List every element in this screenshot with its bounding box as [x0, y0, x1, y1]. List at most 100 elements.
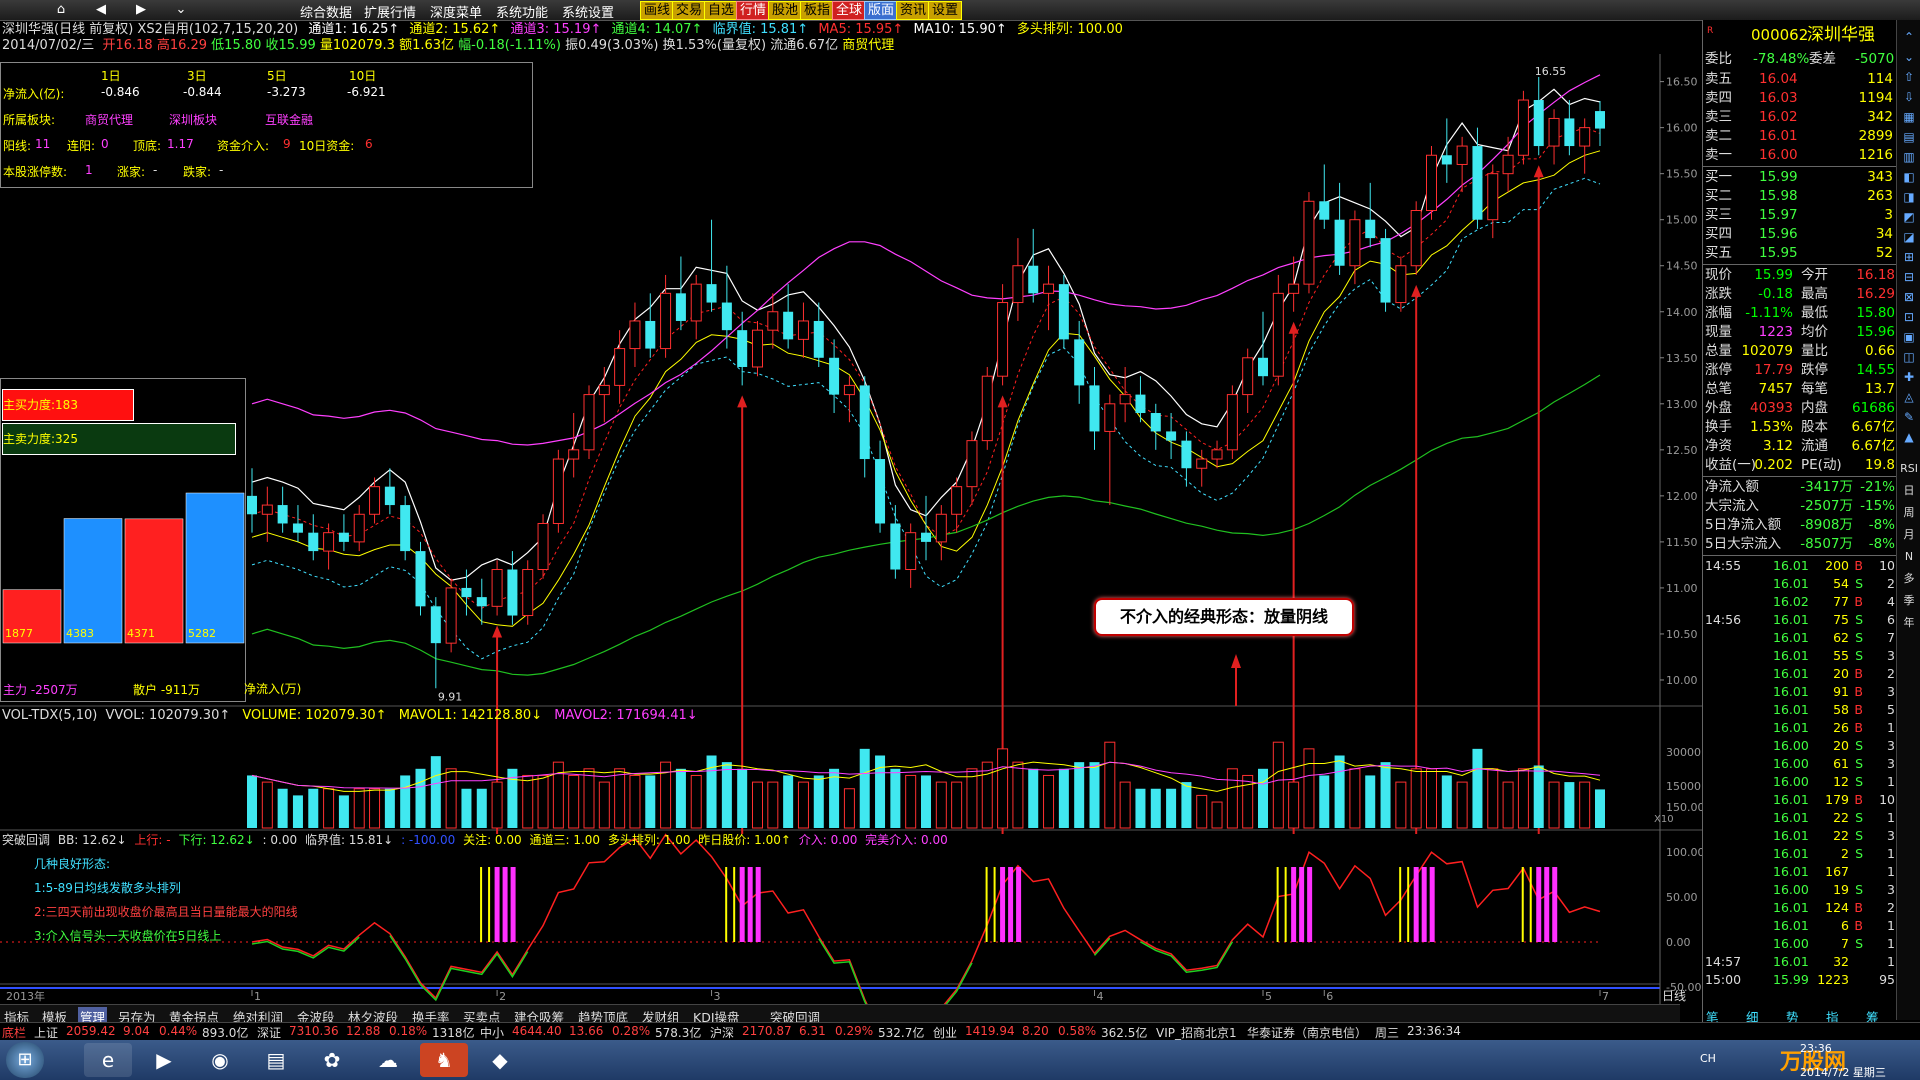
channel-1: 通道1: 16.25↑: [308, 22, 400, 37]
menu-1[interactable]: 扩展行情: [364, 2, 416, 21]
tick-volume: 22: [1833, 828, 1849, 843]
flow-label: 5日净流入额: [1705, 517, 1782, 533]
period-label[interactable]: 日线: [1662, 989, 1686, 1003]
forward-icon[interactable]: ▶: [124, 1, 158, 19]
tick-count: 2: [1887, 900, 1895, 915]
sector-3[interactable]: 互联金融: [265, 111, 313, 128]
toolbar-icon[interactable]: ▦: [1900, 108, 1918, 126]
candle: [813, 320, 824, 358]
period-button[interactable]: 周: [1900, 504, 1918, 522]
quick-button-7[interactable]: 版面: [864, 1, 899, 20]
volume-bar: [583, 768, 595, 829]
volume-bar: [1166, 788, 1177, 828]
period-button[interactable]: 多: [1900, 570, 1918, 588]
toolbar-icon[interactable]: ▤: [1900, 128, 1918, 146]
bid-volume: 3: [1884, 207, 1893, 223]
toolbar-icon[interactable]: ◩: [1900, 208, 1918, 226]
toolbar-icon[interactable]: ◨: [1900, 188, 1918, 206]
toolbar-icon[interactable]: ◫: [1900, 348, 1918, 366]
toolbar-icon[interactable]: ⇧: [1900, 68, 1918, 86]
index-item[interactable]: 底栏: [2, 1024, 26, 1041]
period-button[interactable]: 季: [1900, 592, 1918, 610]
ime-indicator[interactable]: CH: [1700, 1052, 1716, 1065]
tick-volume: 19: [1833, 882, 1849, 897]
network-icon[interactable]: ✿: [308, 1043, 356, 1077]
toolbar-icon[interactable]: ▣: [1900, 328, 1918, 346]
folder-icon[interactable]: ▤: [252, 1043, 300, 1077]
toolbar-icon[interactable]: ▥: [1900, 148, 1918, 166]
stat-label: 外盘: [1705, 400, 1732, 416]
quick-button-1[interactable]: 交易: [672, 1, 707, 20]
ask-row[interactable]: 卖四 16.03 1194: [1703, 89, 1897, 107]
globe-icon[interactable]: ◉: [196, 1043, 244, 1077]
bid-row[interactable]: 买三 15.97 3: [1703, 206, 1897, 224]
period-button[interactable]: 年: [1900, 614, 1918, 632]
cloud-icon[interactable]: ☁: [364, 1043, 412, 1077]
volume-bar: [1564, 782, 1575, 828]
quick-button-9[interactable]: 设置: [928, 1, 963, 20]
period-button[interactable]: RSI: [1900, 460, 1918, 478]
toolbar-icon[interactable]: ⊟: [1900, 268, 1918, 286]
tick-side: S: [1855, 810, 1863, 825]
toolbar-icon[interactable]: ⊡: [1900, 308, 1918, 326]
index-item: 创业: [933, 1026, 958, 1040]
toolbar-icon[interactable]: ◬: [1900, 388, 1918, 406]
candle: [660, 292, 672, 350]
volume-bar: [859, 748, 870, 828]
sector-2[interactable]: 深圳板块: [169, 111, 217, 128]
channel-2: 通道2: 15.62↑: [409, 22, 501, 37]
candle: [675, 293, 686, 321]
toolbar-icon[interactable]: ✎: [1900, 408, 1918, 426]
toolbar-icon[interactable]: ◪: [1900, 228, 1918, 246]
quick-button-6[interactable]: 全球: [832, 1, 867, 20]
sector-1[interactable]: 商贸代理: [85, 111, 133, 128]
bid-row[interactable]: 买二 15.98 263: [1703, 187, 1897, 205]
toolbar-icon[interactable]: ✚: [1900, 368, 1918, 386]
period-button[interactable]: N: [1900, 548, 1918, 566]
volume-bar: [1119, 781, 1131, 829]
tick-count: 3: [1887, 684, 1895, 699]
ask-row[interactable]: 卖二 16.01 2899: [1703, 127, 1897, 145]
toolbar-icon[interactable]: ⊠: [1900, 288, 1918, 306]
ask-volume: 342: [1867, 109, 1893, 125]
quick-button-0[interactable]: 画线: [640, 1, 675, 20]
bid-row[interactable]: 买五 15.95 52: [1703, 244, 1897, 262]
quick-button-8[interactable]: 资讯: [896, 1, 931, 20]
quick-button-2[interactable]: 自选: [704, 1, 739, 20]
menu-0[interactable]: 综合数据: [300, 2, 352, 21]
toolbar-icon[interactable]: ◧: [1900, 168, 1918, 186]
quick-button-4[interactable]: 股池: [768, 1, 803, 20]
bid-row[interactable]: 买一 15.99 343: [1703, 168, 1897, 186]
media-player-icon[interactable]: ▶: [140, 1043, 188, 1077]
ask-row[interactable]: 卖五 16.04 114: [1703, 70, 1897, 88]
period-button[interactable]: 日: [1900, 482, 1918, 500]
quick-button-5[interactable]: 板指: [800, 1, 835, 20]
browser-icon[interactable]: e: [84, 1043, 132, 1077]
candle: [1380, 238, 1391, 303]
candle: [721, 302, 732, 331]
toolbar-icon[interactable]: ⇩: [1900, 88, 1918, 106]
toolbar-icon[interactable]: ⊞: [1900, 248, 1918, 266]
dropdown-icon[interactable]: ⌄: [164, 1, 198, 19]
trading-app-icon[interactable]: ♞: [420, 1043, 468, 1077]
quick-button-3[interactable]: 行情: [736, 1, 771, 20]
netflow-bar-label: 4371: [127, 627, 155, 640]
home-icon[interactable]: ⌂: [44, 1, 78, 19]
menu-3[interactable]: 系统功能: [496, 2, 548, 21]
candle: [645, 320, 656, 349]
toolbar-icon[interactable]: ⌃: [1900, 28, 1918, 46]
menu-2[interactable]: 深度菜单: [430, 2, 482, 21]
toolbar-icon[interactable]: ▲: [1900, 428, 1918, 446]
ask-row[interactable]: 卖三 16.02 342: [1703, 108, 1897, 126]
app-icon[interactable]: ◆: [476, 1043, 524, 1077]
ask-price: 16.04: [1759, 71, 1798, 87]
toolbar-icon[interactable]: ⌄: [1900, 48, 1918, 66]
bid-row[interactable]: 买四 15.96 34: [1703, 225, 1897, 243]
ask-row[interactable]: 卖一 16.00 1216: [1703, 146, 1897, 164]
back-icon[interactable]: ◀: [84, 1, 118, 19]
period-button[interactable]: 月: [1900, 526, 1918, 544]
tick-volume: 20: [1833, 738, 1849, 753]
menu-4[interactable]: 系统设置: [562, 2, 614, 21]
candle: [875, 459, 886, 524]
start-button-icon[interactable]: ⊞: [6, 1042, 44, 1078]
